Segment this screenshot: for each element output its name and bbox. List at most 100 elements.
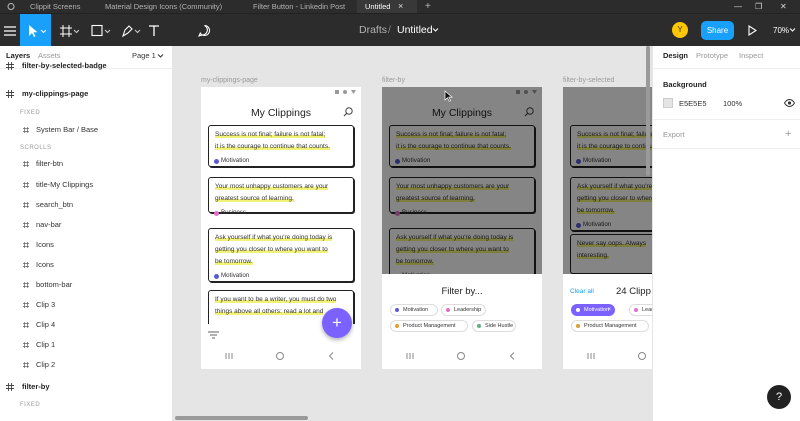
help-button[interactable]: ? — [767, 385, 791, 409]
layer-label: filter-by-selected-badge — [22, 61, 107, 70]
rectangle-tool-icon[interactable] — [86, 14, 116, 47]
breadcrumb-drafts[interactable]: Drafts — [359, 14, 387, 47]
tag-dot — [214, 274, 219, 279]
file-name[interactable]: Untitled — [397, 14, 433, 47]
background-label: Background — [663, 80, 707, 89]
chip-label: Leader — [642, 307, 652, 313]
group-icon — [23, 182, 29, 188]
scrim-overlay[interactable] — [382, 87, 542, 274]
tab-inspect[interactable]: Inspect — [739, 51, 763, 60]
visibility-eye-icon[interactable] — [784, 99, 795, 107]
clip-tag: Motivation — [221, 272, 250, 279]
filter-chip-selected[interactable]: Motivation × — [571, 304, 615, 316]
horizontal-scrollbar[interactable] — [175, 416, 308, 420]
layer-item[interactable]: Clip 3 — [0, 295, 172, 315]
frame-filter-by[interactable]: My Clippings Success is not final; failur… — [382, 87, 542, 369]
layer-label: bottom-bar — [36, 280, 73, 289]
chip-remove-icon[interactable]: × — [607, 305, 611, 315]
tab-clippit-screens[interactable]: Clippit Screens — [22, 0, 97, 13]
layer-item[interactable]: nav-bar — [0, 215, 172, 235]
tab-prototype[interactable]: Prototype — [696, 51, 728, 60]
text-tool-icon[interactable] — [144, 14, 164, 47]
frame-label-my-clippings[interactable]: my-clippings-page — [201, 77, 258, 84]
tab-design[interactable]: Design — [663, 51, 688, 60]
layer-label: System Bar / Base — [36, 125, 99, 134]
clip-card[interactable]: Your most unhappy customers are your grea… — [208, 177, 354, 216]
background-swatch[interactable] — [663, 98, 673, 108]
chip-label: Motivation — [584, 307, 610, 313]
chip-dot — [395, 324, 399, 328]
vertical-scrollbar[interactable] — [646, 46, 650, 176]
layer-item[interactable]: search_btn — [0, 195, 172, 215]
filter-chip[interactable]: Side Hustle — [472, 320, 516, 332]
add-export-icon[interactable]: + — [785, 128, 791, 140]
breadcrumb-separator: / — [388, 24, 391, 36]
layer-label: Clip 4 — [36, 320, 56, 329]
zoom-level[interactable]: 70% — [773, 14, 789, 47]
clip-quote-text: Success is not final; failure is not fat… — [215, 131, 326, 138]
layer-item[interactable]: Icons — [0, 235, 172, 255]
filter-icon[interactable] — [208, 331, 219, 339]
add-clip-fab[interactable]: + — [322, 308, 352, 338]
clip-card[interactable]: Success is not final; failure is not fat… — [208, 125, 354, 167]
filter-chip[interactable]: Product Management — [571, 320, 649, 332]
frame-tool-icon[interactable] — [54, 14, 84, 47]
background-opacity[interactable]: 100% — [723, 99, 742, 108]
group-icon — [23, 282, 29, 288]
layer-label: Clip 1 — [36, 340, 56, 349]
comment-tool-icon[interactable] — [194, 14, 214, 47]
filter-chip[interactable]: Motivation — [390, 304, 438, 316]
panel-divider — [653, 119, 800, 120]
layer-item[interactable]: Clip 4 — [0, 315, 172, 335]
avatar[interactable]: Y — [672, 22, 688, 38]
frame-my-clippings-page[interactable]: My Clippings Success is not final; failur… — [201, 87, 361, 369]
background-hex[interactable]: E5E5E5 — [679, 99, 707, 108]
layer-item[interactable]: Clip 1 — [0, 335, 172, 355]
layer-label: search_btn — [36, 200, 74, 209]
clip-tag: Business — [221, 209, 247, 216]
frame-label-filter-by[interactable]: filter-by — [382, 77, 405, 84]
filter-chip[interactable]: Product Management — [390, 320, 468, 332]
layer-item[interactable]: System Bar / Base — [0, 120, 172, 140]
tab-filter-button[interactable]: Filter Button - Linkedin Post — [245, 0, 357, 13]
main-menu-icon[interactable] — [0, 14, 20, 47]
move-tool-icon[interactable] — [20, 14, 51, 47]
pen-tool-icon[interactable] — [116, 14, 146, 47]
layer-item[interactable]: filter-btn — [0, 154, 172, 174]
layer-item[interactable]: title-My Clippings — [0, 175, 172, 195]
scrim-overlay[interactable] — [563, 87, 652, 274]
layer-item[interactable]: filter-by-selected-badge — [0, 56, 172, 76]
share-button[interactable]: Share — [701, 21, 734, 40]
tab-close-icon[interactable]: × — [398, 0, 403, 13]
layer-label: nav-bar — [36, 220, 62, 229]
new-tab-button[interactable]: + — [425, 0, 431, 13]
layer-item[interactable]: filter-by — [0, 377, 172, 397]
close-window-icon[interactable]: ✕ — [780, 0, 787, 13]
frame-label-filter-by-selected[interactable]: filter-by-selected — [563, 77, 614, 84]
clip-quote-text: it is the courage to continue that count… — [215, 143, 330, 150]
clip-card[interactable]: Ask yourself if what you're doing today … — [208, 228, 354, 282]
group-icon — [23, 362, 29, 368]
figma-menu-icon[interactable] — [6, 0, 16, 13]
tab-material-design-icons[interactable]: Material Design Icons (Community) — [97, 0, 245, 13]
filter-chip[interactable]: Leadership — [441, 304, 486, 316]
layer-item[interactable]: bottom-bar — [0, 275, 172, 295]
minimize-icon[interactable]: — — [734, 0, 742, 13]
layer-label: Clip 3 — [36, 300, 56, 309]
canvas[interactable]: my-clippings-page filter-by filter-by-se… — [173, 46, 652, 421]
present-play-icon[interactable] — [748, 25, 757, 36]
maximize-icon[interactable]: ❐ — [755, 0, 762, 13]
export-label: Export — [663, 130, 685, 139]
layer-item[interactable]: my-clippings-page — [0, 84, 172, 104]
search-icon[interactable] — [343, 107, 353, 117]
frame-filter-by-selected[interactable]: Success is not final; failure is not fat… — [563, 87, 652, 369]
chip-dot — [395, 308, 399, 312]
tab-untitled[interactable]: Untitled — [357, 0, 417, 13]
layer-item[interactable]: Clip 2 — [0, 355, 172, 375]
zoom-chevron-icon[interactable] — [789, 27, 796, 33]
layer-item[interactable]: Icons — [0, 255, 172, 275]
file-menu-chevron-icon[interactable] — [432, 27, 439, 33]
clear-all-button[interactable]: Clear all — [570, 288, 594, 295]
filter-chip[interactable]: Leader — [629, 304, 652, 316]
chip-label: Product Management — [403, 323, 456, 329]
